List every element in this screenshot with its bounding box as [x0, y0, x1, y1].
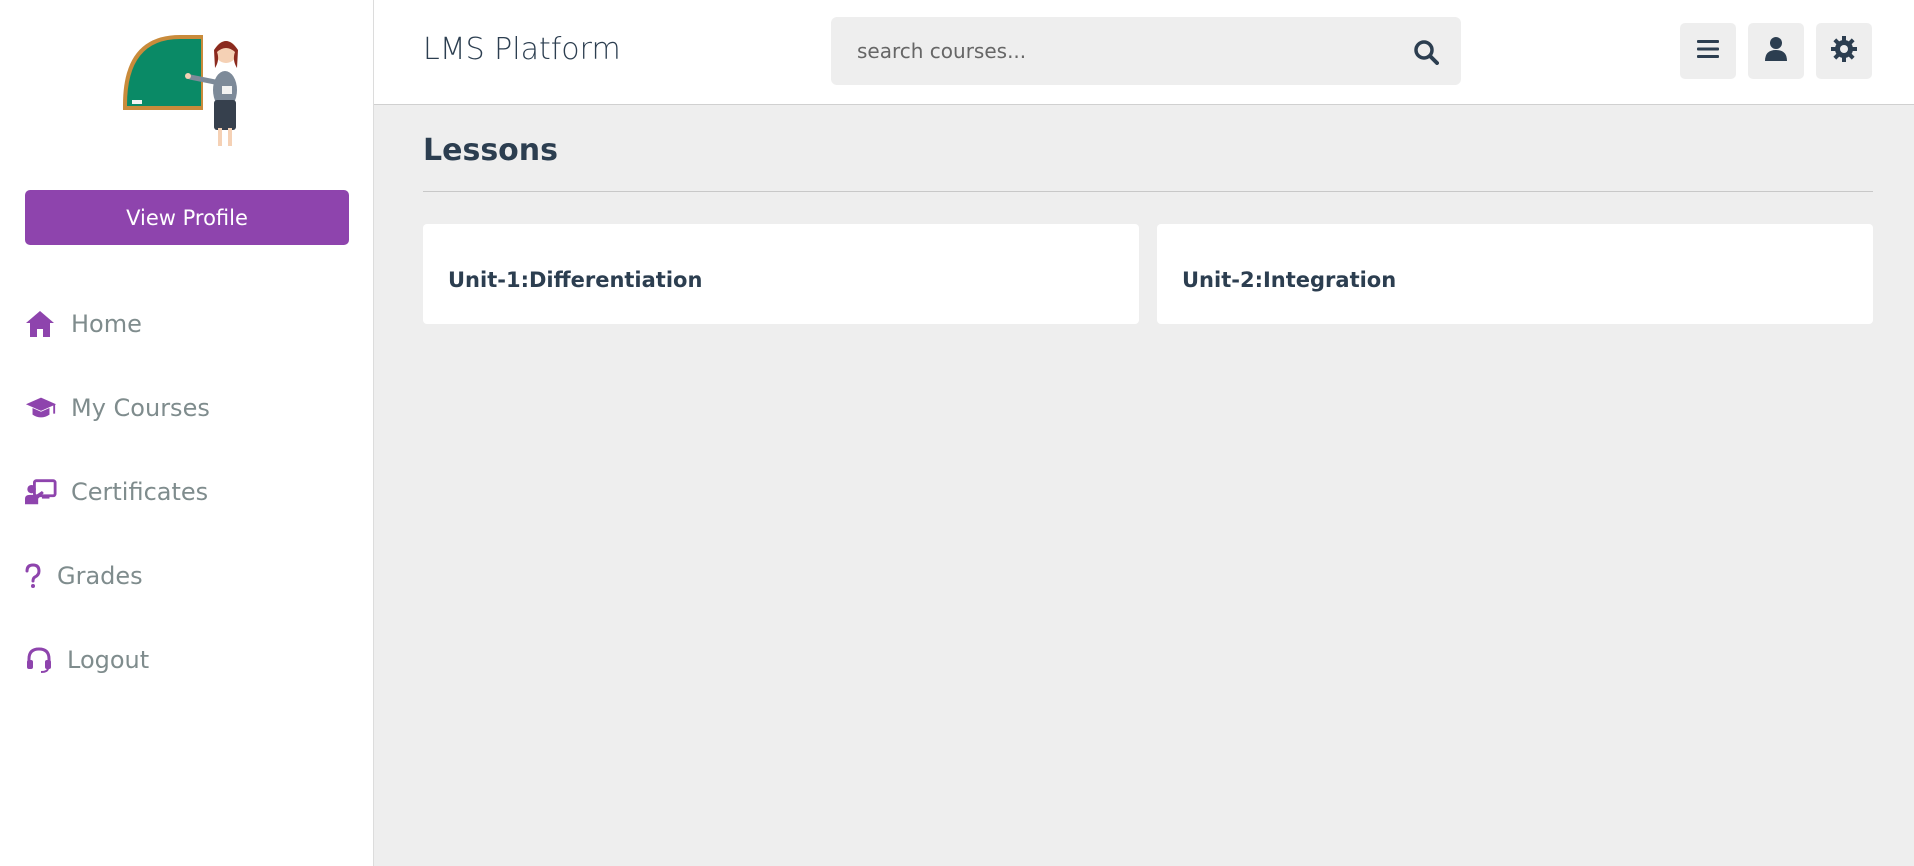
app: View Profile Home My Courses Certificate… [0, 0, 1914, 866]
settings-button[interactable] [1816, 23, 1872, 79]
chalkboard-teacher-icon [25, 476, 57, 508]
search-bar [831, 17, 1461, 85]
lesson-card[interactable]: Unit-1:Differentiation [423, 224, 1139, 324]
graduation-cap-icon [25, 392, 57, 424]
menu-icon [1696, 38, 1720, 64]
user-icon [1764, 36, 1788, 66]
page-title: Lessons [423, 133, 558, 168]
sidebar-item-label: Logout [67, 646, 150, 674]
gear-icon [1830, 35, 1858, 67]
search-icon[interactable] [1413, 39, 1439, 65]
sidebar-item-home[interactable]: Home [25, 304, 345, 344]
sidebar-item-grades[interactable]: Grades [25, 556, 345, 596]
home-icon [25, 308, 57, 340]
divider [423, 191, 1873, 192]
sidebar-item-label: Home [71, 310, 142, 338]
user-button[interactable] [1748, 23, 1804, 79]
headset-icon [25, 644, 53, 676]
lesson-card[interactable]: Unit-2:Integration [1157, 224, 1873, 324]
question-icon [25, 560, 43, 592]
sidebar: View Profile Home My Courses Certificate… [0, 0, 374, 866]
sidebar-item-certificates[interactable]: Certificates [25, 472, 345, 512]
lesson-title: Unit-2:Integration [1182, 268, 1397, 292]
lesson-title: Unit-1:Differentiation [448, 268, 703, 292]
sidebar-item-logout[interactable]: Logout [25, 640, 345, 680]
search-input[interactable] [831, 17, 1391, 85]
main-content: Lessons Unit-1:Differentiation Unit-2:In… [374, 105, 1914, 866]
sidebar-item-my-courses[interactable]: My Courses [25, 388, 345, 428]
view-profile-button[interactable]: View Profile [25, 190, 349, 245]
brand-title: LMS Platform [423, 32, 621, 67]
avatar [118, 30, 258, 154]
sidebar-item-label: Grades [57, 562, 143, 590]
menu-button[interactable] [1680, 23, 1736, 79]
top-header: LMS Platform [374, 0, 1914, 105]
sidebar-item-label: Certificates [71, 478, 209, 506]
sidebar-item-label: My Courses [71, 394, 210, 422]
